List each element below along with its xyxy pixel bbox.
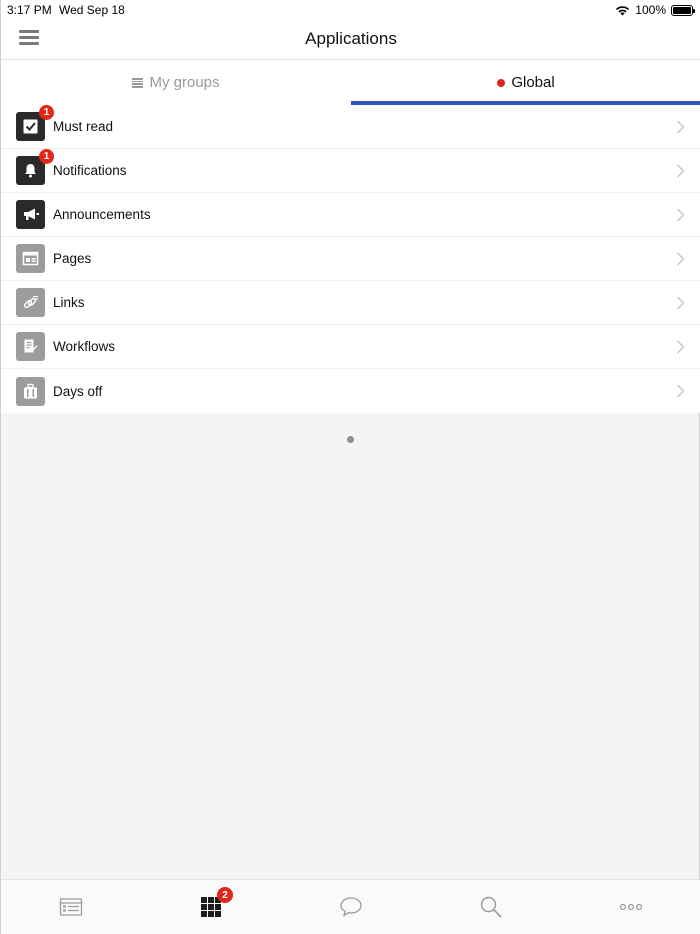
chevron-right-icon [676, 164, 685, 178]
chat-bubble-icon [340, 897, 362, 917]
news-feed-icon [59, 898, 83, 916]
bottom-tab-bar: 2 [1, 879, 700, 934]
tab-news-feed[interactable] [57, 894, 85, 920]
wifi-icon [616, 5, 630, 15]
page-icon [16, 244, 45, 273]
navigation-bar: Applications [1, 20, 700, 60]
battery-icon [671, 4, 695, 16]
workflow-icon [16, 332, 45, 361]
app-row-links[interactable]: Links [1, 281, 700, 325]
tab-applications[interactable]: 2 [197, 887, 233, 920]
applications-list: 1 Must read 1 Notifications Announcement… [1, 105, 700, 413]
app-label: Links [53, 295, 85, 310]
app-row-workflows[interactable]: Workflows [1, 325, 700, 369]
page-title: Applications [305, 29, 397, 48]
app-row-announcements[interactable]: Announcements [1, 193, 700, 237]
list-icon [132, 78, 144, 88]
tab-chat[interactable] [337, 894, 365, 920]
app-label: Pages [53, 251, 92, 266]
tab-global-label: Global [511, 74, 555, 91]
chevron-right-icon [676, 120, 685, 134]
must-read-badge: 1 [39, 105, 54, 120]
status-bar: 3:17 PM Wed Sep 18 100% [1, 0, 700, 20]
tab-search[interactable] [477, 894, 505, 920]
status-time: 3:17 PM [7, 3, 52, 17]
status-right: 100% [615, 3, 695, 17]
chevron-right-icon [676, 252, 685, 266]
checkbox-icon: 1 [16, 105, 54, 141]
battery-percent: 100% [635, 3, 666, 17]
tab-more[interactable] [617, 894, 645, 920]
app-row-must-read[interactable]: 1 Must read [1, 105, 700, 149]
tab-global[interactable]: Global [351, 60, 700, 105]
chevron-right-icon [676, 384, 685, 398]
link-icon [16, 288, 45, 317]
app-row-notifications[interactable]: 1 Notifications [1, 149, 700, 193]
suitcase-icon [16, 376, 45, 406]
chevron-right-icon [676, 340, 685, 354]
chevron-right-icon [676, 208, 685, 222]
app-label: Must read [53, 119, 114, 134]
app-label: Workflows [53, 339, 116, 354]
app-frame: 3:17 PM Wed Sep 18 100% Applications My … [0, 0, 700, 934]
app-label: Days off [53, 383, 103, 399]
red-dot-icon [497, 78, 506, 87]
app-row-days-off[interactable]: Days off [1, 369, 700, 413]
search-icon [480, 896, 502, 918]
app-label: Notifications [53, 163, 127, 178]
megaphone-icon [16, 200, 45, 229]
bell-icon: 1 [16, 149, 54, 185]
tab-my-groups[interactable]: My groups [1, 60, 351, 105]
chevron-right-icon [676, 296, 685, 310]
app-label: Announcements [53, 207, 151, 222]
more-icon [619, 903, 643, 911]
app-row-pages[interactable]: Pages [1, 237, 700, 281]
applications-badge: 2 [217, 887, 233, 903]
tab-my-groups-label: My groups [149, 74, 220, 91]
page-indicator-dot [347, 436, 354, 443]
notifications-badge: 1 [39, 149, 54, 164]
status-date: Wed Sep 18 [59, 3, 125, 17]
scope-tabs: My groups Global [1, 60, 700, 105]
